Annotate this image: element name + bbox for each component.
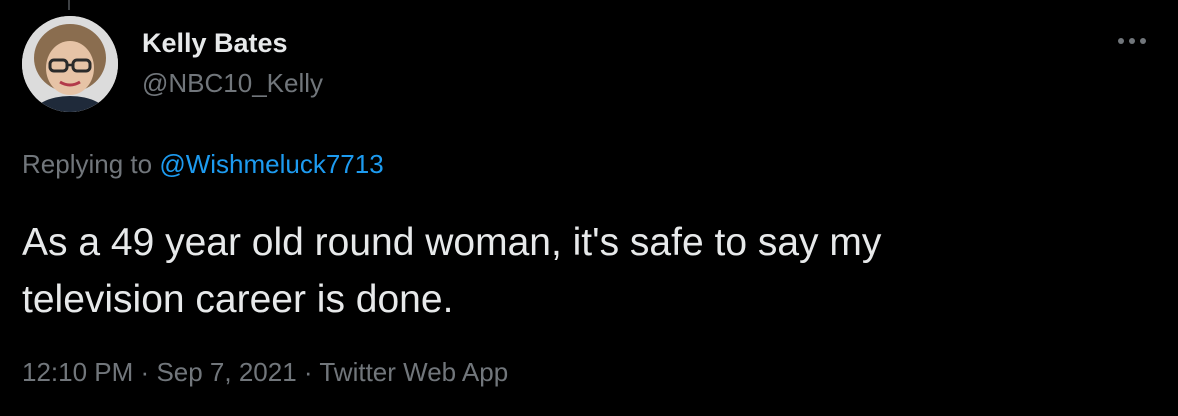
thread-connector-line bbox=[68, 0, 70, 10]
tweet-source[interactable]: Twitter Web App bbox=[319, 357, 508, 387]
author-name[interactable]: Kelly Bates bbox=[142, 28, 288, 58]
tweet-text-line: television career is done. bbox=[22, 278, 454, 321]
meta-separator: · bbox=[303, 357, 313, 387]
tweet-date[interactable]: Sep 7, 2021 bbox=[156, 357, 296, 387]
tweet-metadata: 12:10 PM · Sep 7, 2021 · Twitter Web App bbox=[22, 356, 508, 388]
reply-context: Replying to @Wishmeluck7713 bbox=[22, 148, 384, 180]
more-options-button[interactable] bbox=[1110, 26, 1154, 56]
more-horizontal-icon bbox=[1118, 38, 1146, 44]
meta-separator: · bbox=[140, 357, 150, 387]
avatar[interactable] bbox=[22, 16, 118, 112]
avatar-image bbox=[22, 16, 118, 112]
reply-context-prefix: Replying to bbox=[22, 149, 153, 179]
tweet-text-line: As a 49 year old round woman, it's safe … bbox=[22, 221, 882, 264]
tweet-time[interactable]: 12:10 PM bbox=[22, 357, 133, 387]
author-handle[interactable]: @NBC10_Kelly bbox=[142, 68, 323, 98]
tweet-text: As a 49 year old round woman, it's safe … bbox=[22, 214, 1142, 328]
reply-mention-link[interactable]: @Wishmeluck7713 bbox=[159, 149, 383, 179]
